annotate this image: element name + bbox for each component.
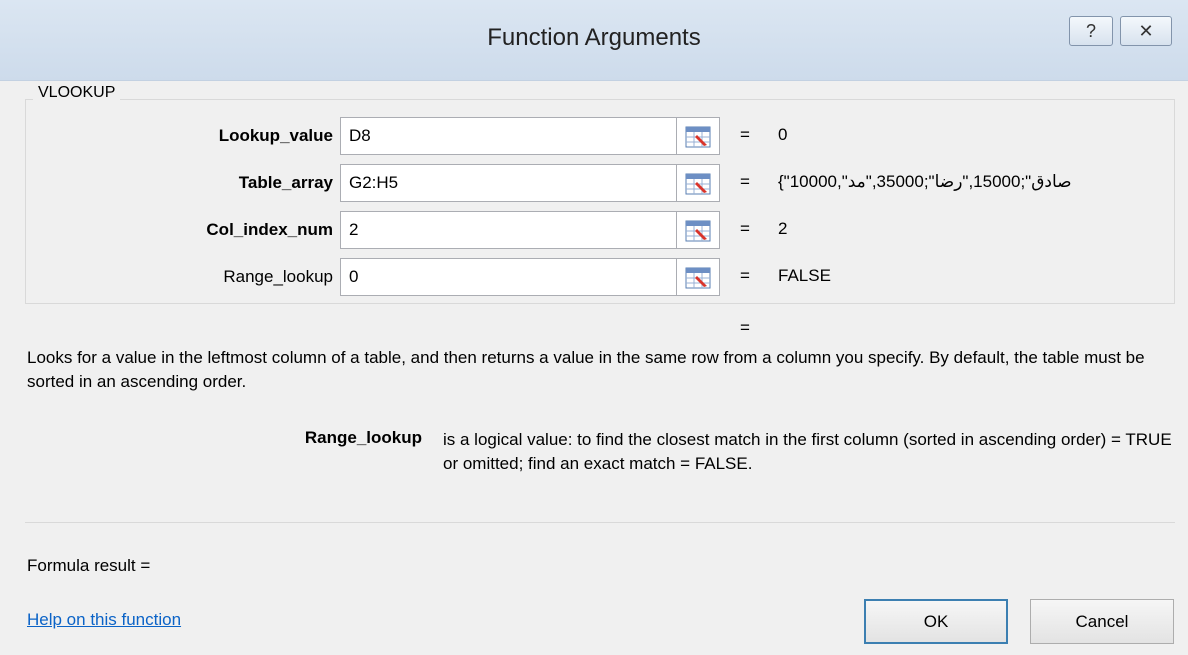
ok-button[interactable]: OK — [864, 599, 1008, 644]
range-select-icon — [685, 126, 711, 148]
function-name: VLOOKUP — [33, 84, 121, 102]
argument-row-table-array: Table_array G2:H5 = {"10000,"صادق";15000,… — [0, 163, 1188, 203]
argument-label: Lookup_value — [218, 126, 333, 145]
close-button[interactable]: ✕ — [1120, 16, 1172, 46]
title-bar: Function Arguments ? ✕ — [0, 0, 1188, 81]
argument-result: = 0 — [740, 125, 788, 144]
collapse-dialog-button[interactable] — [677, 258, 720, 296]
col-index-num-input[interactable]: 2 — [340, 211, 677, 249]
lookup-value-input[interactable]: D8 — [340, 117, 677, 155]
range-select-icon — [685, 220, 711, 242]
range-lookup-input[interactable]: 0 — [340, 258, 677, 296]
argument-row-range-lookup: Range_lookup 0 = FALSE — [0, 257, 1188, 297]
collapse-dialog-button[interactable] — [677, 117, 720, 155]
argument-row-lookup-value: Lookup_value D8 = 0 — [0, 116, 1188, 156]
formula-result-label: Formula result = — [27, 556, 151, 575]
argument-label: Col_index_num — [206, 220, 333, 239]
argument-result: = {"10000,"صادق";15000,"رضا";35000,"مد — [740, 172, 1072, 191]
cancel-button[interactable]: Cancel — [1030, 599, 1174, 644]
collapse-dialog-button[interactable] — [677, 164, 720, 202]
help-on-function-link[interactable]: Help on this function — [27, 610, 181, 630]
function-description: Looks for a value in the leftmost column… — [27, 348, 1145, 391]
argument-label: Table_array — [238, 173, 333, 192]
help-button[interactable]: ? — [1069, 16, 1113, 46]
collapse-dialog-button[interactable] — [677, 211, 720, 249]
divider — [25, 522, 1175, 523]
table-array-input[interactable]: G2:H5 — [340, 164, 677, 202]
argument-result: = 2 — [740, 219, 788, 238]
dialog-title: Function Arguments — [487, 24, 701, 51]
function-result-equals: = — [740, 318, 750, 337]
argument-result: = FALSE — [740, 266, 831, 285]
range-select-icon — [685, 173, 711, 195]
parameter-help-text: is a logical value: to find the closest … — [443, 430, 1172, 473]
argument-row-col-index-num: Col_index_num 2 = 2 — [0, 210, 1188, 250]
range-select-icon — [685, 267, 711, 289]
argument-label: Range_lookup — [223, 267, 333, 286]
parameter-help-name: Range_lookup — [304, 428, 422, 447]
